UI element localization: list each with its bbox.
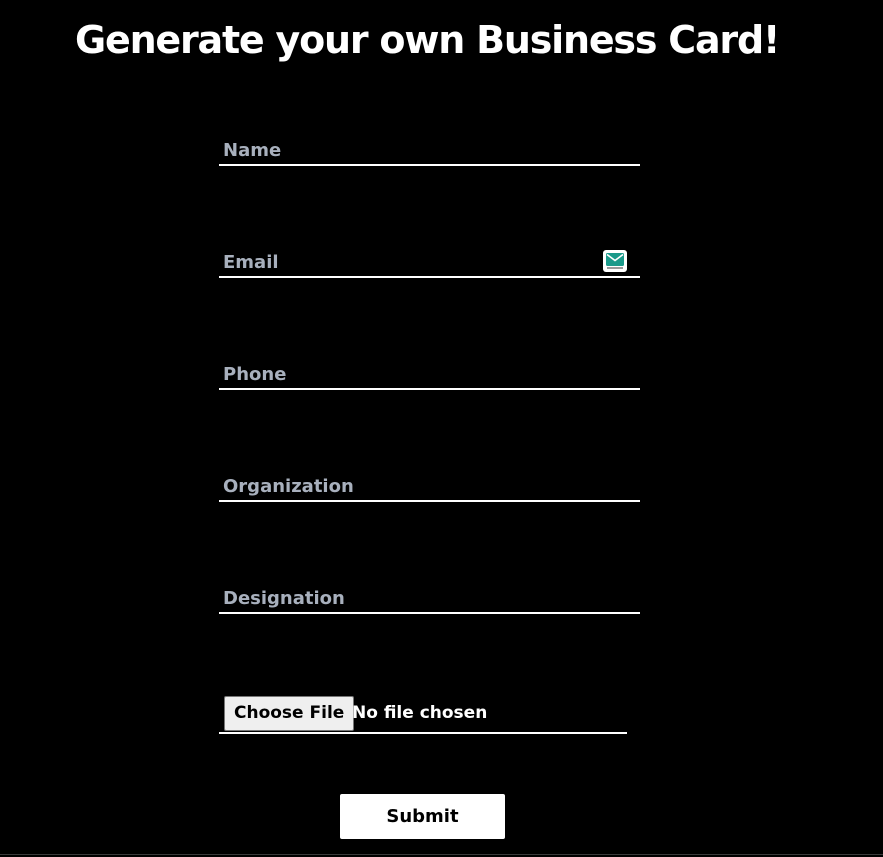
submit-button[interactable]: Submit — [340, 794, 505, 839]
page-bottom-divider — [0, 854, 883, 855]
organization-field-wrapper — [219, 472, 640, 502]
icon-caption-mark — [607, 267, 623, 269]
page-title: Generate your own Business Card! — [75, 18, 780, 62]
designation-input[interactable] — [219, 584, 640, 612]
envelope-glyph — [606, 253, 624, 266]
designation-field-wrapper — [219, 584, 640, 614]
file-status-text: No file chosen — [352, 703, 488, 723]
file-upload-field: Choose File No file chosen — [219, 693, 627, 734]
phone-field-wrapper — [219, 360, 640, 390]
choose-file-button[interactable]: Choose File — [224, 696, 355, 731]
name-field-wrapper — [219, 136, 640, 166]
mail-envelope-icon[interactable] — [603, 250, 627, 272]
organization-input[interactable] — [219, 472, 640, 500]
phone-input[interactable] — [219, 360, 640, 388]
name-input[interactable] — [219, 136, 640, 164]
email-field-wrapper — [219, 248, 640, 278]
email-input[interactable] — [219, 248, 640, 276]
